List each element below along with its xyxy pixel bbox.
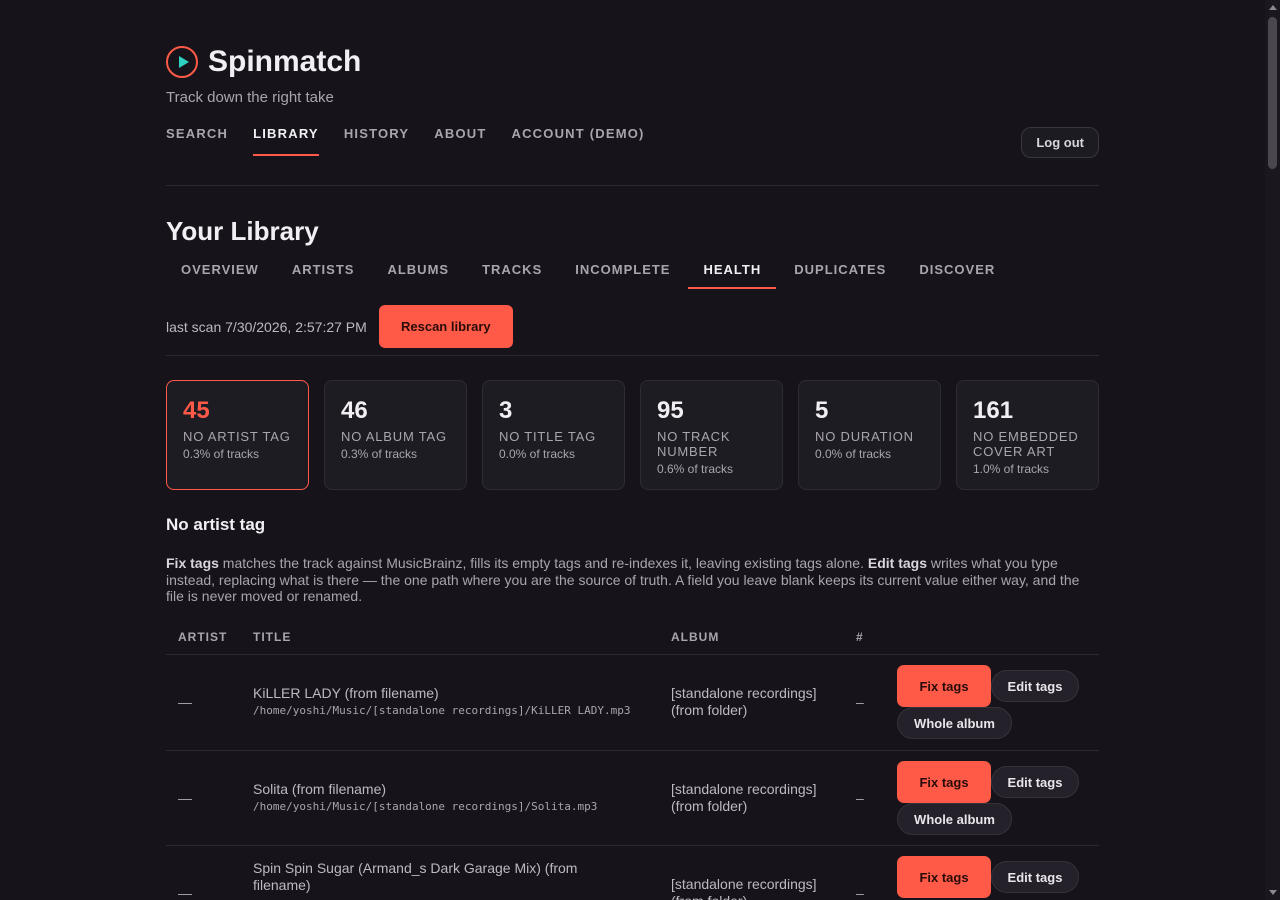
tab-albums[interactable]: ALBUMS	[372, 262, 464, 289]
edit-tags-button[interactable]: Edit tags	[991, 670, 1079, 702]
stat-count: 161	[973, 397, 1014, 424]
main-nav: SEARCH LIBRARY HISTORY ABOUT ACCOUNT (DE…	[166, 126, 670, 157]
nav-library[interactable]: LIBRARY	[253, 126, 319, 157]
stat-percent: 1.0% of tracks	[973, 462, 1050, 476]
tab-discover[interactable]: DISCOVER	[904, 262, 1010, 289]
whole-album-button[interactable]: Whole album	[897, 803, 1012, 835]
column-number[interactable]: #	[856, 630, 864, 644]
app-title: Spinmatch	[208, 45, 362, 78]
title-cell: Spin Spin Sugar (Armand_s Dark Garage Mi…	[253, 860, 613, 894]
stat-label: NO TITLE TAG	[499, 429, 597, 444]
track-title: Solita (from filename)	[253, 781, 387, 797]
fix-tags-explanation: matches the track against MusicBrainz, f…	[218, 555, 868, 571]
scroll-up-icon[interactable]	[1269, 5, 1277, 10]
stat-count: 45	[183, 397, 210, 424]
table-row: — Spin Spin Sugar (Armand_s Dark Garage …	[166, 846, 1099, 900]
stat-percent: 0.3% of tracks	[341, 447, 418, 461]
scroll-thumb[interactable]	[1268, 17, 1277, 169]
table-row: — Solita (from filename) /home/yoshi/Mus…	[166, 751, 1099, 846]
page-title: Your Library	[166, 216, 319, 246]
stat-label: NO ALBUM TAG	[341, 429, 447, 444]
stat-card-no-track-number[interactable]: 95 NO TRACK NUMBER 0.6% of tracks	[640, 380, 783, 490]
album-cell: [standalone recordings] (from folder)	[671, 876, 817, 900]
brand[interactable]: Spinmatch	[166, 45, 361, 79]
tagline: Track down the right take	[166, 89, 334, 106]
stat-percent: 0.0% of tracks	[499, 447, 576, 461]
fix-tags-button[interactable]: Fix tags	[897, 665, 991, 707]
scan-row: last scan 7/30/2026, 2:57:27 PM Rescan l…	[166, 305, 513, 348]
stat-percent: 0.6% of tracks	[657, 462, 734, 476]
scrollbar[interactable]	[1265, 0, 1280, 900]
edit-tags-button[interactable]: Edit tags	[991, 861, 1079, 893]
track-number-cell: –	[856, 790, 864, 806]
track-path: /home/yoshi/Music/[standalone recordings…	[253, 800, 598, 813]
title-cell: Solita (from filename) /home/yoshi/Music…	[253, 781, 653, 813]
nav-account[interactable]: ACCOUNT (DEMO)	[512, 126, 645, 157]
stat-card-no-artist[interactable]: 45 NO ARTIST TAG 0.3% of tracks	[166, 380, 309, 490]
column-artist[interactable]: ARTIST	[178, 630, 227, 644]
artist-cell: —	[178, 694, 192, 710]
stat-label: NO ARTIST TAG	[183, 429, 291, 444]
track-number-cell: –	[856, 694, 864, 710]
nav-history[interactable]: HISTORY	[344, 126, 409, 157]
table-header: ARTIST TITLE ALBUM #	[166, 620, 1099, 655]
whole-album-button[interactable]: Whole album	[897, 707, 1012, 739]
last-scan-text: last scan 7/30/2026, 2:57:27 PM	[166, 318, 367, 335]
stat-label: NO EMBEDDED COVER ART	[973, 429, 1079, 459]
tab-health[interactable]: HEALTH	[688, 262, 777, 289]
edit-tags-button[interactable]: Edit tags	[991, 766, 1079, 798]
stat-count: 46	[341, 397, 368, 424]
stat-card-no-cover-art[interactable]: 161 NO EMBEDDED COVER ART 1.0% of tracks	[956, 380, 1099, 490]
play-icon	[166, 46, 198, 78]
column-title[interactable]: TITLE	[253, 630, 291, 644]
stat-percent: 0.3% of tracks	[183, 447, 260, 461]
artist-cell: —	[178, 790, 192, 806]
title-cell: KiLLER LADY (from filename) /home/yoshi/…	[253, 685, 653, 717]
section-title: No artist tag	[166, 515, 266, 534]
track-number-cell: –	[856, 885, 864, 900]
fix-tags-term: Fix tags	[166, 555, 219, 571]
stat-percent: 0.0% of tracks	[815, 447, 892, 461]
stat-card-no-album[interactable]: 46 NO ALBUM TAG 0.3% of tracks	[324, 380, 467, 490]
nav-search[interactable]: SEARCH	[166, 126, 228, 157]
tab-incomplete[interactable]: INCOMPLETE	[560, 262, 685, 289]
stat-label: NO TRACK NUMBER	[657, 429, 731, 459]
fix-tags-button[interactable]: Fix tags	[897, 856, 991, 898]
track-path: /home/yoshi/Music/[standalone recordings…	[253, 704, 631, 717]
album-cell: [standalone recordings] (from folder)	[671, 781, 817, 814]
tab-overview[interactable]: OVERVIEW	[166, 262, 274, 289]
stat-label: NO DURATION	[815, 429, 914, 444]
stat-count: 95	[657, 397, 684, 424]
fix-tags-button[interactable]: Fix tags	[897, 761, 991, 803]
table-row: — KiLLER LADY (from filename) /home/yosh…	[166, 655, 1099, 751]
album-cell: [standalone recordings] (from folder)	[671, 685, 817, 718]
rescan-button[interactable]: Rescan library	[378, 305, 513, 348]
artist-cell: —	[178, 885, 192, 900]
description: Fix tags matches the track against Music…	[166, 555, 1099, 605]
divider	[166, 185, 1099, 186]
scroll-down-icon[interactable]	[1269, 890, 1277, 895]
stat-card-no-title[interactable]: 3 NO TITLE TAG 0.0% of tracks	[482, 380, 625, 490]
tab-duplicates[interactable]: DUPLICATES	[779, 262, 901, 289]
tab-tracks[interactable]: TRACKS	[467, 262, 557, 289]
stat-card-no-duration[interactable]: 5 NO DURATION 0.0% of tracks	[798, 380, 941, 490]
track-title: KiLLER LADY (from filename)	[253, 685, 439, 701]
library-tabs: OVERVIEW ARTISTS ALBUMS TRACKS INCOMPLET…	[166, 262, 1013, 289]
logout-button[interactable]: Log out	[1021, 127, 1099, 158]
health-stats: 45 NO ARTIST TAG 0.3% of tracks 46 NO AL…	[166, 380, 1099, 490]
divider	[166, 355, 1099, 356]
column-album[interactable]: ALBUM	[671, 630, 719, 644]
nav-about[interactable]: ABOUT	[434, 126, 486, 157]
tab-artists[interactable]: ARTISTS	[277, 262, 370, 289]
track-title: Spin Spin Sugar (Armand_s Dark Garage Mi…	[253, 860, 578, 893]
stat-count: 5	[815, 397, 829, 424]
edit-tags-term: Edit tags	[867, 555, 928, 571]
stat-count: 3	[499, 397, 513, 424]
